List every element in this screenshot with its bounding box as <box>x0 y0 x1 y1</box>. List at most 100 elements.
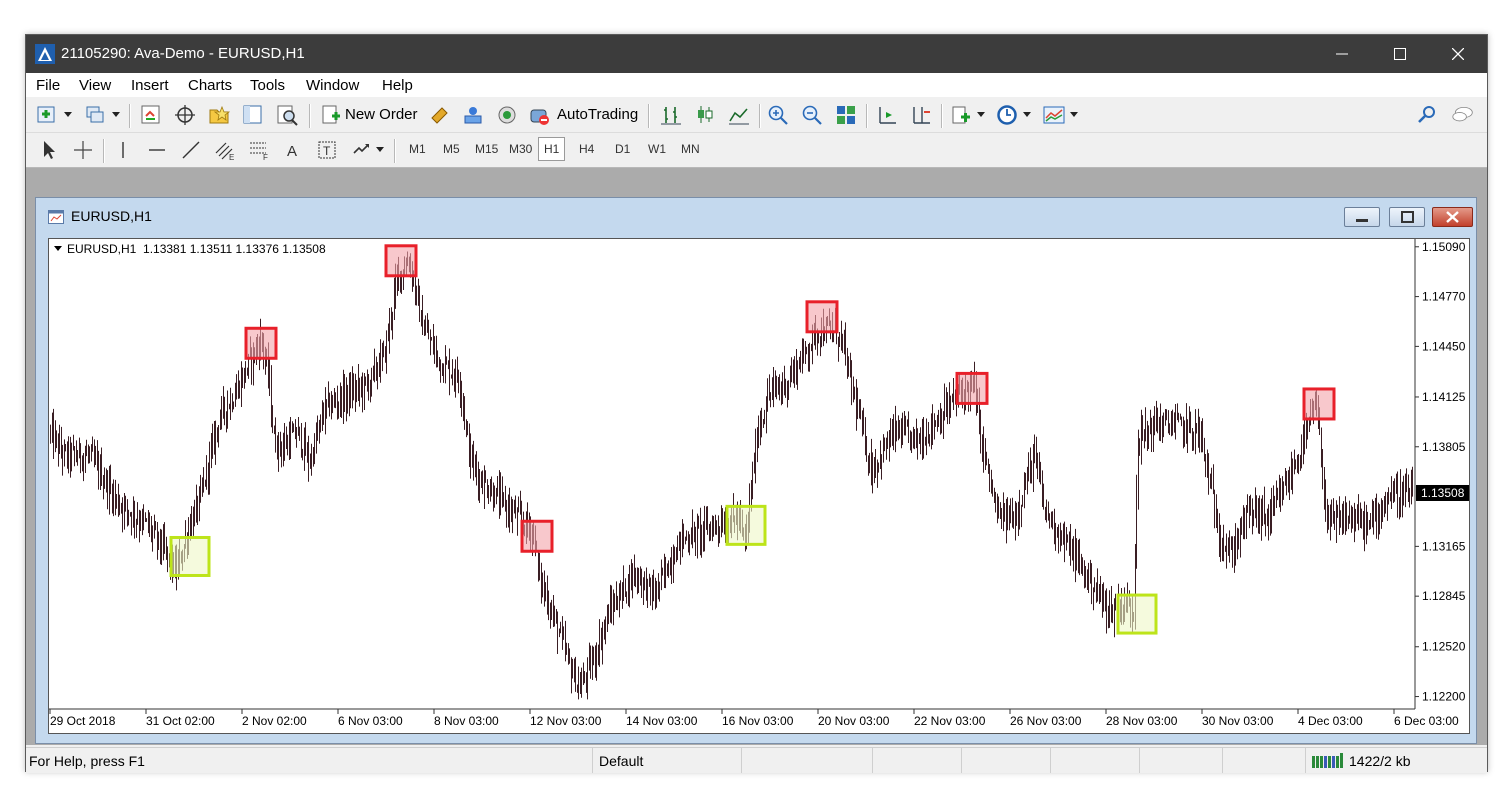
chevron-down-icon[interactable] <box>977 112 985 118</box>
swing-low-marker <box>725 504 767 546</box>
y-tick-label: 1.12845 <box>1422 589 1466 603</box>
line-studies-toolbar: E F A T M1 M5 M15 M30 H1 H4 D1 W1 MN <box>26 133 1487 168</box>
profiles-icon[interactable] <box>84 104 106 126</box>
horizontal-line-icon[interactable] <box>146 139 168 161</box>
close-button[interactable] <box>1429 35 1487 73</box>
chevron-down-icon[interactable] <box>1070 112 1078 118</box>
navigator-icon[interactable] <box>208 104 230 126</box>
chart-restore-button[interactable] <box>1389 207 1425 227</box>
menu-view[interactable]: View <box>79 77 111 94</box>
chart-minimize-button[interactable] <box>1344 207 1380 227</box>
svg-text:T: T <box>323 144 331 158</box>
chart-close-button[interactable] <box>1432 207 1473 227</box>
terminal-icon[interactable] <box>242 104 264 126</box>
status-bar: For Help, press F1 Default 1422/2 kb <box>26 747 1487 773</box>
line-chart-icon[interactable] <box>728 104 750 126</box>
window-title: 21105290: Ava-Demo - EURUSD,H1 <box>61 45 305 62</box>
tile-windows-icon[interactable] <box>835 104 857 126</box>
auto-scroll-icon[interactable] <box>910 104 932 126</box>
autotrading-button[interactable]: AutoTrading <box>526 101 644 129</box>
timeframe-m15[interactable]: M15 <box>475 142 498 156</box>
triangle-down-icon <box>54 246 62 251</box>
status-cell <box>1050 748 1139 773</box>
standard-toolbar: New Order AutoTrading <box>26 98 1487 133</box>
timeframe-mn[interactable]: MN <box>681 142 700 156</box>
new-chart-icon[interactable] <box>36 104 58 126</box>
data-window-icon[interactable] <box>174 104 196 126</box>
search-icon[interactable] <box>1416 104 1438 126</box>
status-profile-cell: Default <box>592 748 741 773</box>
swing-high-marker <box>805 300 839 334</box>
x-tick-label: 31 Oct 02:00 <box>146 714 215 728</box>
timeframe-h4[interactable]: H4 <box>579 142 594 156</box>
menu-window[interactable]: Window <box>306 77 359 94</box>
toolbar-separator <box>866 104 868 128</box>
candlesticks-icon[interactable] <box>694 104 716 126</box>
status-cell <box>961 748 1050 773</box>
chevron-down-icon[interactable] <box>376 147 384 153</box>
timeframe-m1[interactable]: M1 <box>409 142 426 156</box>
close-icon <box>1452 48 1464 60</box>
strategy-tester-icon[interactable] <box>276 104 298 126</box>
zoom-in-icon[interactable] <box>767 104 789 126</box>
periods-icon[interactable] <box>996 104 1018 126</box>
y-tick-label: 1.12200 <box>1422 690 1466 704</box>
y-tick-label: 1.13165 <box>1422 539 1466 553</box>
vertical-line-icon[interactable] <box>112 139 134 161</box>
x-tick-label: 14 Nov 03:00 <box>626 714 698 728</box>
indicators-icon[interactable] <box>950 104 972 126</box>
price-chart[interactable]: 1.15090 1.14770 1.14450 1.14125 1.13805 1.135… <box>49 239 1469 733</box>
metaeditor-icon[interactable] <box>428 104 450 126</box>
fibonacci-icon[interactable]: F <box>248 139 270 161</box>
status-connection-cell[interactable]: 1422/2 kb <box>1305 748 1489 773</box>
text-label-icon[interactable]: T <box>316 139 338 161</box>
signals-icon[interactable] <box>496 104 518 126</box>
menu-charts[interactable]: Charts <box>188 77 232 94</box>
cursor-icon[interactable] <box>38 139 60 161</box>
timeframe-d1[interactable]: D1 <box>615 142 630 156</box>
timeframe-h1[interactable]: H1 <box>538 137 566 161</box>
x-tick-label: 8 Nov 03:00 <box>434 714 499 728</box>
zoom-out-icon[interactable] <box>801 104 823 126</box>
equidistant-channel-icon[interactable]: E <box>214 139 236 161</box>
title-bar[interactable]: 21105290: Ava-Demo - EURUSD,H1 <box>26 35 1487 73</box>
chevron-down-icon[interactable] <box>64 112 72 118</box>
y-tick-label: 1.13805 <box>1422 440 1466 454</box>
arrows-icon[interactable] <box>350 139 372 161</box>
menu-insert[interactable]: Insert <box>131 77 169 94</box>
market-watch-icon[interactable] <box>140 104 162 126</box>
timeframe-m5[interactable]: M5 <box>443 142 460 156</box>
y-tick-label: 1.14770 <box>1422 290 1466 304</box>
close-icon <box>1446 211 1459 223</box>
swing-high-marker <box>244 326 278 360</box>
status-help: For Help, press F1 <box>29 753 145 769</box>
maximize-button[interactable] <box>1371 35 1429 73</box>
chart-window[interactable]: EURUSD,H1 1.15090 1.14770 1.14450 1.14125 1.… <box>35 197 1477 744</box>
trendline-icon[interactable] <box>180 139 202 161</box>
menu-help[interactable]: Help <box>382 77 413 94</box>
timeframe-w1[interactable]: W1 <box>648 142 666 156</box>
chart-area[interactable]: 1.15090 1.14770 1.14450 1.14125 1.13805 1.135… <box>48 238 1470 734</box>
templates-icon[interactable] <box>1043 104 1065 126</box>
status-cell <box>872 748 961 773</box>
text-tool-icon[interactable]: A <box>282 139 304 161</box>
svg-text:A: A <box>287 143 297 160</box>
chat-icon[interactable] <box>1452 104 1474 126</box>
toolbar-separator <box>309 104 311 128</box>
x-tick-label: 16 Nov 03:00 <box>722 714 794 728</box>
market-icon[interactable] <box>462 104 484 126</box>
minimize-button[interactable] <box>1313 35 1371 73</box>
chevron-down-icon[interactable] <box>112 112 120 118</box>
bar-chart-icon[interactable] <box>660 104 682 126</box>
app-logo-icon <box>35 44 55 64</box>
maximize-icon <box>1394 48 1406 60</box>
timeframe-m30[interactable]: M30 <box>509 142 532 156</box>
crosshair-icon[interactable] <box>72 139 94 161</box>
chevron-down-icon[interactable] <box>1023 112 1031 118</box>
y-tick-label: 1.12520 <box>1422 640 1466 654</box>
menu-file[interactable]: File <box>36 77 60 94</box>
toolbar-separator <box>648 104 650 128</box>
minimize-icon <box>1356 219 1368 222</box>
menu-tools[interactable]: Tools <box>250 77 285 94</box>
chart-shift-icon[interactable] <box>876 104 898 126</box>
